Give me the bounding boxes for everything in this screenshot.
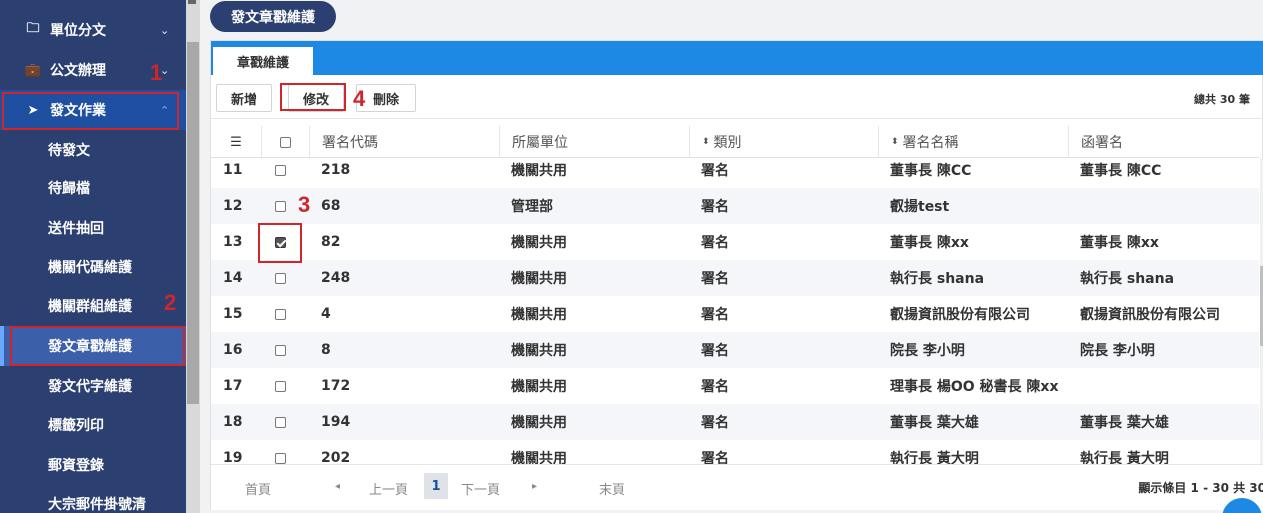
sidebar-scrollbar-thumb[interactable] [187,42,199,404]
sidebar-item-label: 待發文 [48,143,90,159]
annotation-number-2: 2 [164,290,177,315]
annotation-box-3 [258,223,302,263]
row-checkbox[interactable] [275,158,286,188]
sidebar-item-label: 待歸檔 [48,181,90,197]
sidebar-item-label: 單位分文 [50,23,106,39]
sidebar-item-label: 公文辦理 [50,63,106,79]
column-settings-icon[interactable]: ☰ [211,126,261,158]
row-checkbox[interactable] [275,440,286,464]
pagination-info: 顯示條目 1 - 30 共 30 [1138,481,1263,495]
main-content: 發文章戳維護 章戳維護 新增 修改 刪除 總共 30 筆 ☰ 署名代碼 所屬單位… [200,0,1263,513]
sidebar-item-agency-code[interactable]: 機關代碼維護 [0,247,186,287]
sidebar-item-agency-group[interactable]: 機關群組維護 [0,286,186,326]
sidebar-item-label: 機關代碼維護 [48,260,132,276]
row-checkbox[interactable] [275,404,286,440]
sidebar-item-unit-dispatch[interactable]: 🗀 單位分文 ⌄ [0,10,186,50]
sidebar-item-prefix-maintenance[interactable]: 發文代字維護 [0,366,186,406]
annotation-box-4 [280,83,346,111]
sidebar-item-label: 標籤列印 [48,418,104,434]
select-all-checkbox[interactable] [261,126,309,158]
row-checkbox[interactable] [275,260,286,296]
annotation-number-4: 4 [353,86,366,111]
sidebar-item-label: 郵資登錄 [48,458,104,474]
sort-icon: ⬍ [702,137,710,147]
column-header-unit[interactable]: 所屬單位 [499,126,689,158]
prev-page-link[interactable]: 上一頁 [369,479,408,498]
table-row[interactable]: 15 4 機關共用 署名 叡揚資訊股份有限公司 叡揚資訊股份有限公司 [211,296,1259,332]
table-row[interactable]: 19 202 機關共用 署名 執行長 黃大明 執行長 黃大明 [211,440,1259,464]
table-row[interactable]: 13 82 機關共用 署名 董事長 陳xx 董事長 陳xx [211,224,1259,260]
table-row[interactable]: 18 194 機關共用 署名 董事長 葉大雄 董事長 葉大雄 [211,404,1259,440]
add-button[interactable]: 新增 [216,84,272,112]
content-panel: 章戳維護 新增 修改 刪除 總共 30 筆 ☰ 署名代碼 所屬單位 ⬍ 類別 ⬍… [210,40,1263,510]
row-checkbox[interactable] [275,296,286,332]
divider [188,0,196,4]
pagination: 首頁 ◂ 上一頁 1 下一頁 ▸ 末頁 顯示條目 1 - 30 共 30 [211,464,1263,510]
table-row[interactable]: 11 218 機關共用 署名 董事長 陳CC 董事長 陳CC [211,158,1259,188]
sidebar-item-postage[interactable]: 郵資登錄 [0,445,186,485]
page-title: 發文章戳維護 [210,1,336,32]
divider [211,118,1263,119]
sidebar-item-label: 送件抽回 [48,221,104,237]
table-header: ☰ 署名代碼 所屬單位 ⬍ 類別 ⬍ 署名名稱 函署名 [211,126,1259,158]
sidebar-item-label: 大宗郵件掛號清 [48,497,146,513]
annotation-number-3: 3 [298,192,311,217]
column-header-type[interactable]: ⬍ 類別 [689,126,878,158]
table-row[interactable]: 16 8 機關共用 署名 院長 李小明 院長 李小明 [211,332,1259,368]
total-count: 總共 30 筆 [1194,93,1250,106]
chevron-down-icon: ⌄ [160,23,170,37]
sidebar-item-withdraw[interactable]: 送件抽回 [0,208,186,248]
column-header-name[interactable]: ⬍ 署名名稱 [878,126,1068,158]
row-checkbox[interactable] [275,368,286,404]
sort-icon: ⬍ [891,137,899,147]
sidebar: 🗀 單位分文 ⌄ 💼 公文辦理 ⌄ ➤ 發文作業 ⌃ 待發文 待歸檔 送件抽回 … [0,0,200,513]
row-checkbox[interactable] [275,332,286,368]
table-row[interactable]: 12 68 管理部 署名 叡揚test [211,188,1259,224]
sidebar-item-bulk-mail[interactable]: 大宗郵件掛號清 [0,484,186,513]
next-page-link[interactable]: 下一頁 [461,479,500,498]
table-row[interactable]: 14 248 機關共用 署名 執行長 shana 執行長 shana [211,260,1259,296]
folder-icon: 🗀 [26,21,40,36]
sidebar-item-pending-dispatch[interactable]: 待發文 [0,130,186,170]
sidebar-item-pending-archive[interactable]: 待歸檔 [0,168,186,208]
active-indicator [0,326,4,366]
tab-stamp-maintenance[interactable]: 章戳維護 [213,47,313,75]
annotation-number-1: 1 [150,60,163,85]
first-page-link[interactable]: 首頁 [245,479,271,498]
row-checkbox[interactable] [275,188,286,224]
sidebar-item-label-print[interactable]: 標籤列印 [0,405,186,445]
column-header-code[interactable]: 署名代碼 [309,126,499,158]
briefcase-icon: 💼 [24,62,42,78]
tab-strip: 章戳維護 [211,41,1263,75]
current-page[interactable]: 1 [424,473,448,499]
sidebar-item-label: 發文代字維護 [48,379,132,395]
annotation-box-1 [2,92,179,130]
sidebar-item-label: 機關群組維護 [48,299,132,315]
annotation-box-2 [10,326,185,366]
prev-arrow-icon[interactable]: ◂ [335,481,340,492]
table-row[interactable]: 17 172 機關共用 署名 理事長 楊OO 秘書長 陳xx [211,368,1259,404]
column-header-sign[interactable]: 函署名 [1068,126,1259,158]
table-body: 11 218 機關共用 署名 董事長 陳CC 董事長 陳CC 12 68 管理部… [211,158,1259,464]
last-page-link[interactable]: 末頁 [599,479,625,498]
next-arrow-icon[interactable]: ▸ [532,481,537,492]
